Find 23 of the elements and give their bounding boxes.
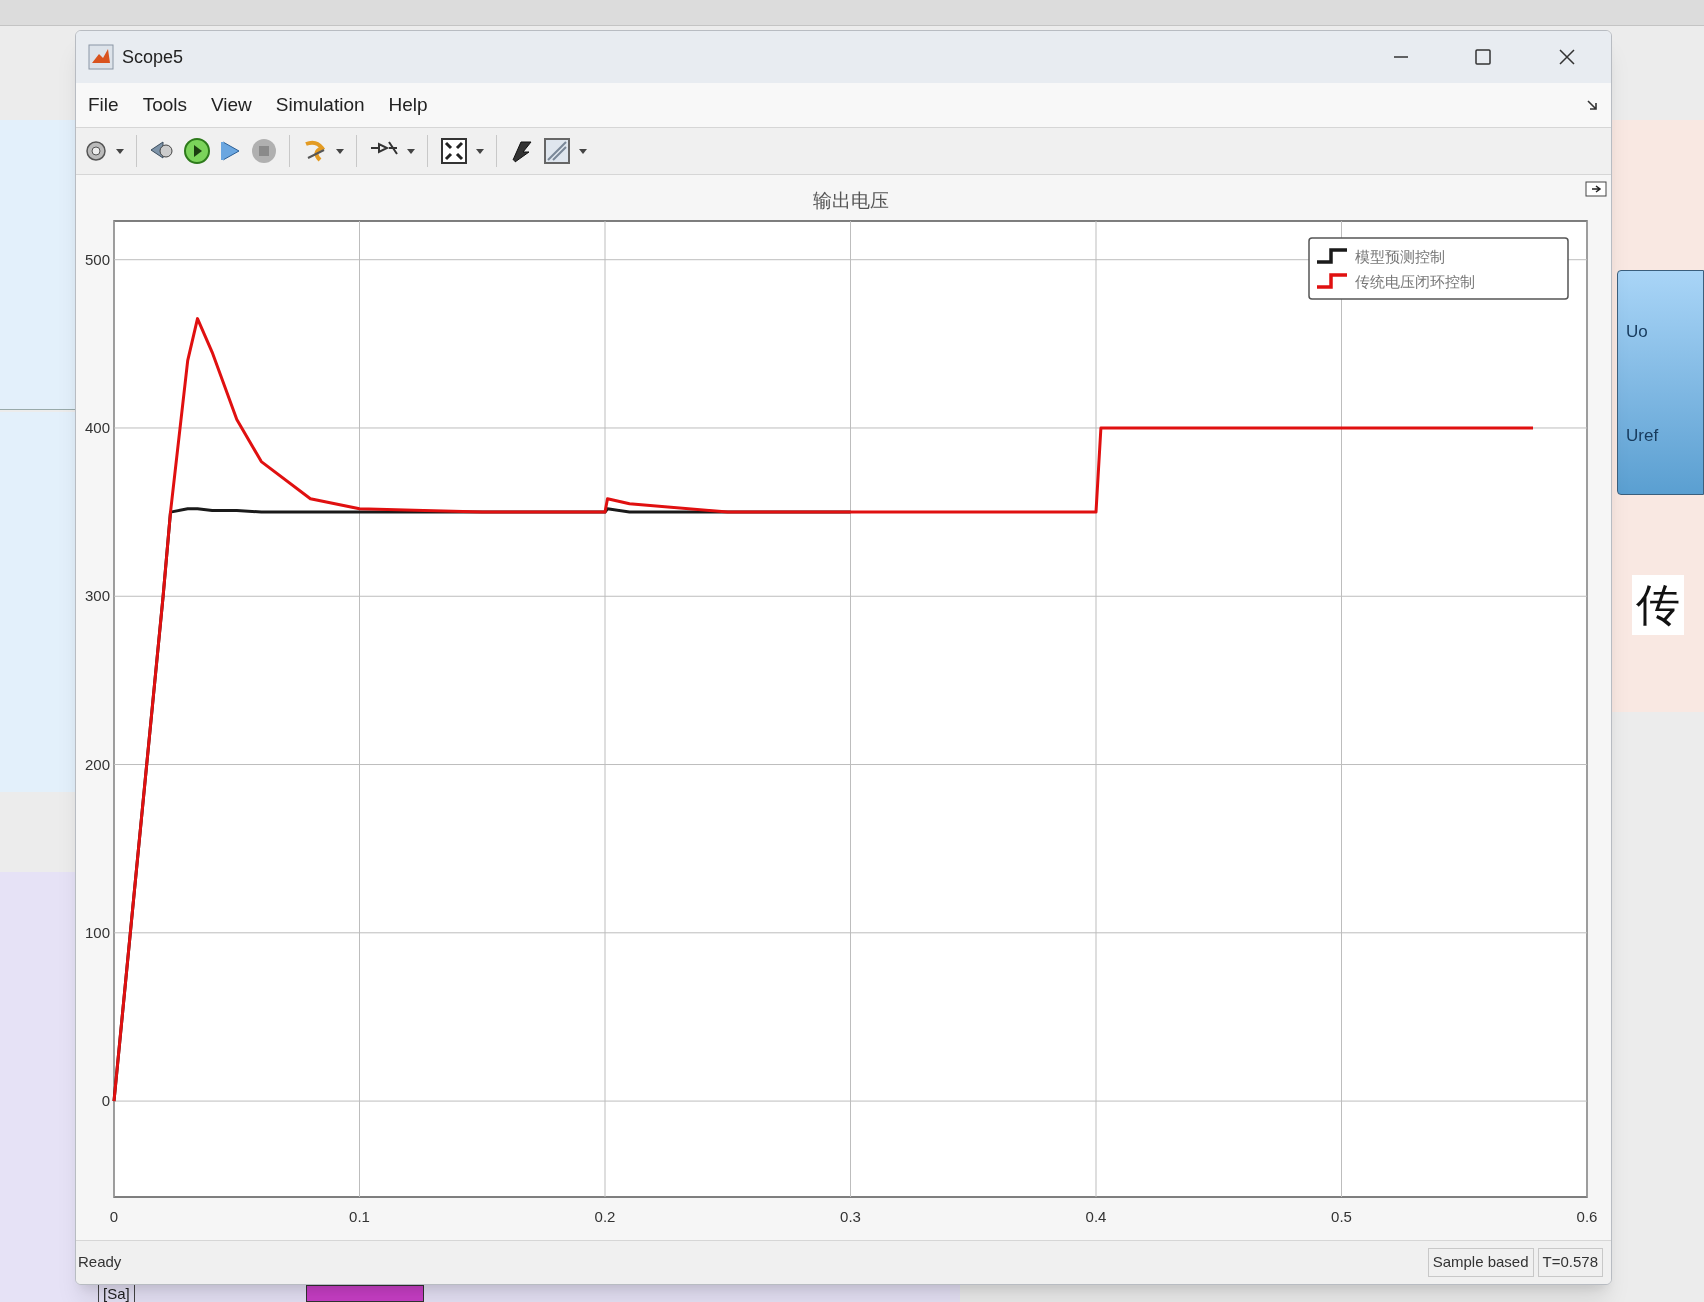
x-tick-label: 0.1 <box>349 1208 370 1225</box>
x-tick-label: 0.4 <box>1085 1208 1107 1225</box>
x-tick-label: 0.2 <box>594 1208 616 1225</box>
simulation-time: T=0.578 <box>1537 1248 1603 1277</box>
x-tick-label: 0.3 <box>840 1208 861 1225</box>
y-tick-label: 0 <box>101 1092 110 1110</box>
x-tick-label: 0.5 <box>1331 1208 1352 1225</box>
y-tick-label: 500 <box>84 250 110 268</box>
legend-label: 模型预测控制 <box>1355 248 1445 266</box>
annotation-text: 传 <box>1632 575 1684 635</box>
x-tick-label: 0 <box>109 1208 119 1225</box>
y-tick-label: 100 <box>84 923 110 941</box>
y-tick-label: 300 <box>84 587 110 605</box>
port-label: Uref <box>1626 425 1659 447</box>
port-label: Uo <box>1626 321 1648 343</box>
chart-title: 输出电压 <box>812 189 889 211</box>
window-title: Scope5 <box>122 45 184 69</box>
y-tick-label: 200 <box>84 755 110 773</box>
x-tick-label: 0.6 <box>1576 1208 1598 1225</box>
legend-label: 传统电压闭环控制 <box>1355 273 1475 291</box>
sample-mode-label: Sample based <box>1427 1248 1534 1277</box>
y-tick-label: 400 <box>84 419 110 436</box>
status-text: Ready <box>78 1252 122 1273</box>
